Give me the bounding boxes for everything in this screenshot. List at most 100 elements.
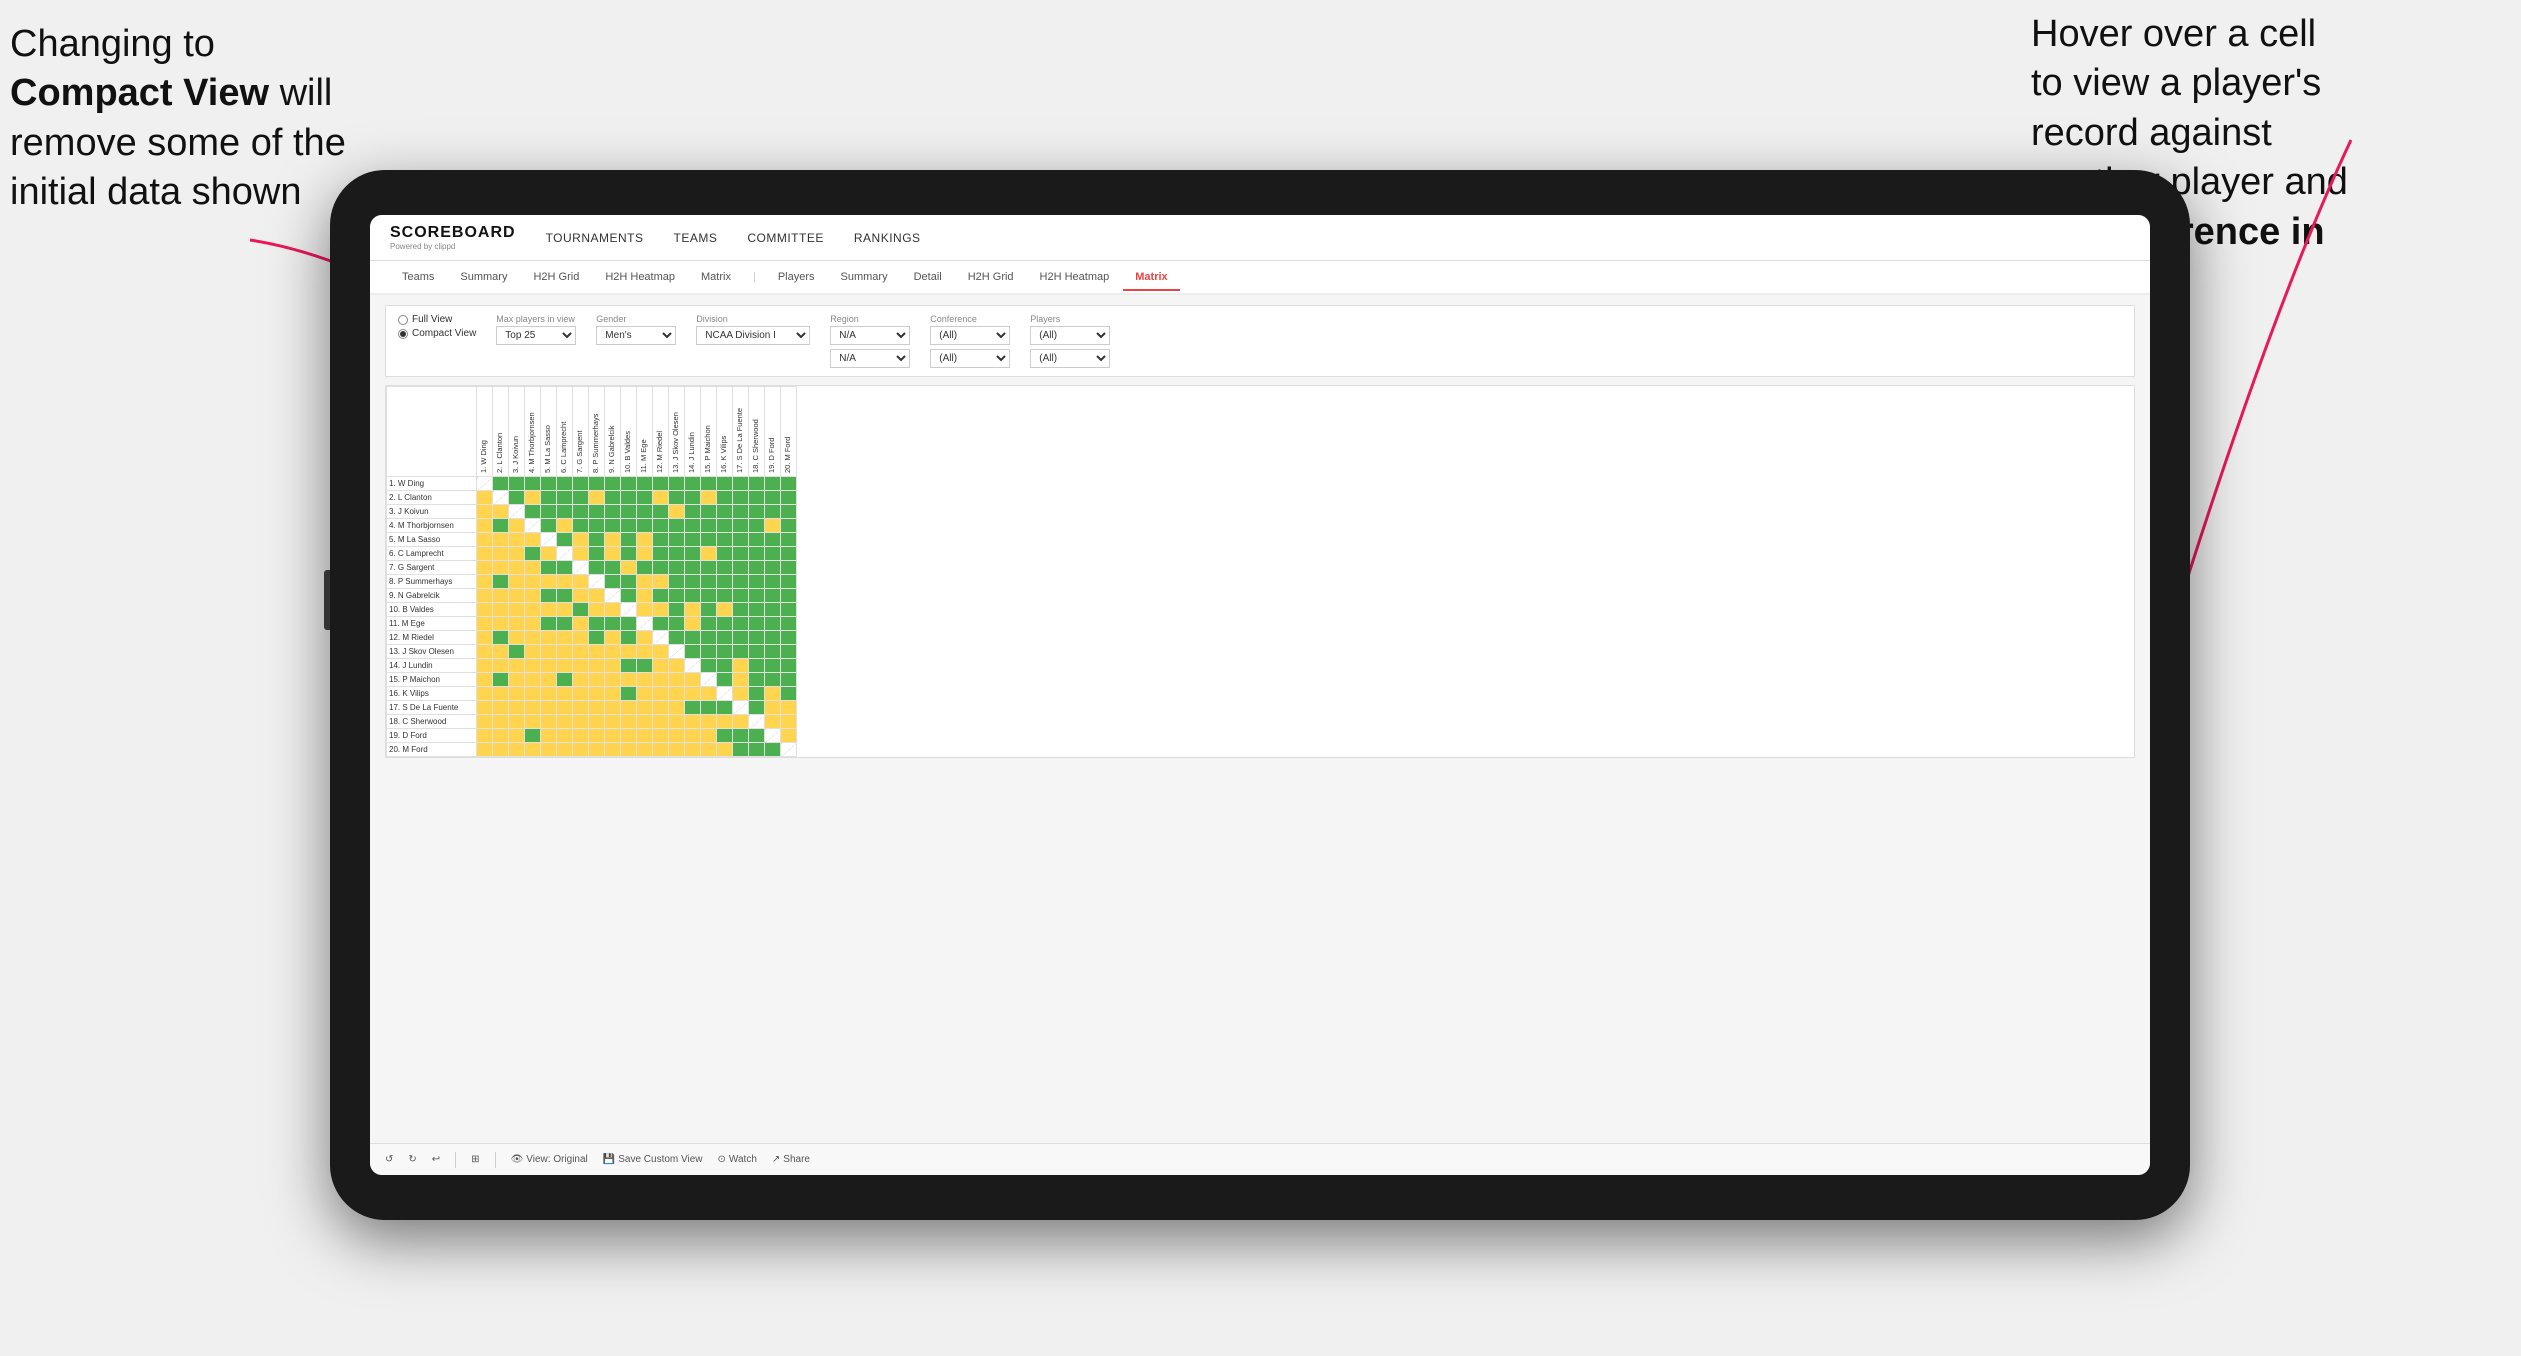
matrix-cell[interactable] <box>621 645 637 659</box>
matrix-cell[interactable] <box>653 617 669 631</box>
matrix-cell[interactable] <box>541 533 557 547</box>
matrix-cell[interactable] <box>589 519 605 533</box>
matrix-cell[interactable] <box>765 701 781 715</box>
matrix-cell[interactable] <box>509 715 525 729</box>
matrix-cell[interactable] <box>653 575 669 589</box>
matrix-cell[interactable] <box>557 701 573 715</box>
matrix-cell[interactable] <box>509 533 525 547</box>
matrix-cell[interactable] <box>765 617 781 631</box>
matrix-cell[interactable] <box>589 687 605 701</box>
matrix-cell[interactable] <box>541 715 557 729</box>
matrix-cell[interactable] <box>637 589 653 603</box>
matrix-cell[interactable] <box>749 561 765 575</box>
matrix-cell[interactable] <box>509 617 525 631</box>
matrix-cell[interactable] <box>589 547 605 561</box>
matrix-cell[interactable] <box>493 519 509 533</box>
matrix-cell[interactable] <box>557 561 573 575</box>
tab-h2h-grid2[interactable]: H2H Grid <box>956 265 1026 291</box>
matrix-cell[interactable] <box>669 491 685 505</box>
matrix-cell[interactable] <box>685 533 701 547</box>
matrix-cell[interactable] <box>557 505 573 519</box>
matrix-cell[interactable] <box>733 687 749 701</box>
matrix-cell[interactable] <box>653 701 669 715</box>
matrix-cell[interactable] <box>733 603 749 617</box>
matrix-cell[interactable] <box>717 645 733 659</box>
matrix-cell[interactable] <box>717 659 733 673</box>
matrix-cell[interactable] <box>701 519 717 533</box>
matrix-cell[interactable] <box>557 547 573 561</box>
matrix-scroll[interactable]: 1. W Ding2. L Clanton3. J Koivun4. M Tho… <box>386 386 2134 757</box>
matrix-cell[interactable] <box>605 561 621 575</box>
matrix-cell[interactable] <box>637 617 653 631</box>
matrix-cell[interactable] <box>621 491 637 505</box>
max-players-select[interactable]: Top 25 <box>496 326 576 345</box>
matrix-cell[interactable] <box>669 659 685 673</box>
matrix-cell[interactable] <box>701 743 717 757</box>
matrix-cell[interactable] <box>749 617 765 631</box>
matrix-cell[interactable] <box>621 673 637 687</box>
matrix-cell[interactable] <box>781 533 797 547</box>
matrix-cell[interactable] <box>589 729 605 743</box>
matrix-cell[interactable] <box>525 645 541 659</box>
matrix-cell[interactable] <box>605 729 621 743</box>
matrix-cell[interactable] <box>477 561 493 575</box>
matrix-cell[interactable] <box>733 477 749 491</box>
matrix-cell[interactable] <box>541 505 557 519</box>
matrix-cell[interactable] <box>733 743 749 757</box>
matrix-cell[interactable] <box>669 687 685 701</box>
matrix-cell[interactable] <box>573 575 589 589</box>
matrix-cell[interactable] <box>541 589 557 603</box>
matrix-cell[interactable] <box>621 533 637 547</box>
matrix-cell[interactable] <box>541 631 557 645</box>
matrix-cell[interactable] <box>493 561 509 575</box>
matrix-cell[interactable] <box>573 505 589 519</box>
matrix-cell[interactable] <box>717 673 733 687</box>
matrix-cell[interactable] <box>525 561 541 575</box>
matrix-cell[interactable] <box>669 519 685 533</box>
matrix-cell[interactable] <box>701 589 717 603</box>
matrix-cell[interactable] <box>493 533 509 547</box>
matrix-cell[interactable] <box>749 603 765 617</box>
matrix-cell[interactable] <box>685 701 701 715</box>
tab-detail[interactable]: Detail <box>902 265 954 291</box>
matrix-cell[interactable] <box>781 659 797 673</box>
matrix-cell[interactable] <box>749 505 765 519</box>
matrix-cell[interactable] <box>621 729 637 743</box>
matrix-cell[interactable] <box>717 701 733 715</box>
matrix-cell[interactable] <box>637 645 653 659</box>
matrix-cell[interactable] <box>589 575 605 589</box>
matrix-cell[interactable] <box>605 505 621 519</box>
matrix-cell[interactable] <box>653 687 669 701</box>
matrix-cell[interactable] <box>493 687 509 701</box>
matrix-cell[interactable] <box>733 589 749 603</box>
matrix-cell[interactable] <box>573 533 589 547</box>
matrix-cell[interactable] <box>573 603 589 617</box>
matrix-cell[interactable] <box>733 547 749 561</box>
matrix-cell[interactable] <box>557 659 573 673</box>
matrix-cell[interactable] <box>701 533 717 547</box>
matrix-cell[interactable] <box>781 603 797 617</box>
matrix-cell[interactable] <box>765 659 781 673</box>
matrix-cell[interactable] <box>557 687 573 701</box>
matrix-cell[interactable] <box>653 603 669 617</box>
matrix-cell[interactable] <box>589 589 605 603</box>
matrix-cell[interactable] <box>653 533 669 547</box>
matrix-cell[interactable] <box>749 547 765 561</box>
matrix-cell[interactable] <box>653 631 669 645</box>
matrix-cell[interactable] <box>669 547 685 561</box>
matrix-cell[interactable] <box>669 715 685 729</box>
matrix-cell[interactable] <box>525 589 541 603</box>
tab-summary2[interactable]: Summary <box>829 265 900 291</box>
matrix-cell[interactable] <box>637 547 653 561</box>
matrix-cell[interactable] <box>653 729 669 743</box>
matrix-cell[interactable] <box>781 491 797 505</box>
matrix-cell[interactable] <box>621 603 637 617</box>
matrix-cell[interactable] <box>589 505 605 519</box>
matrix-cell[interactable] <box>477 687 493 701</box>
matrix-cell[interactable] <box>525 687 541 701</box>
matrix-cell[interactable] <box>653 673 669 687</box>
matrix-cell[interactable] <box>701 561 717 575</box>
matrix-cell[interactable] <box>605 659 621 673</box>
matrix-cell[interactable] <box>765 575 781 589</box>
matrix-cell[interactable] <box>621 589 637 603</box>
